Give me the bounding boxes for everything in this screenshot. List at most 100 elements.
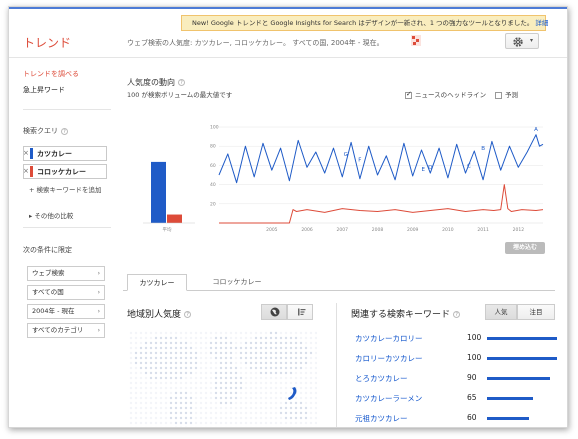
map-dot (294, 406, 298, 410)
checkbox-checked[interactable] (405, 90, 412, 99)
map-dot (224, 406, 228, 410)
map-dot (174, 371, 178, 375)
map-dot (259, 386, 263, 390)
map-dot (189, 361, 193, 365)
map-dot (174, 331, 178, 335)
embed-button[interactable]: 埋め込む (505, 242, 545, 254)
map-dot (284, 346, 288, 350)
forecast-checkbox[interactable]: 予測 (495, 89, 518, 99)
news-marker[interactable]: E (422, 167, 426, 173)
help-icon[interactable]: ? (178, 79, 185, 86)
related-keyword-link[interactable]: カロリーカツカレー (355, 353, 423, 364)
related-keyword-link[interactable]: 元祖カツカレー (355, 413, 408, 424)
filter-country[interactable]: すべての国 › (27, 285, 105, 300)
news-marker[interactable]: G (344, 152, 348, 158)
related-keyword-link[interactable]: カツカレーラーメン (355, 393, 422, 404)
search-term-2[interactable]: × コロッケカレー (23, 164, 107, 179)
map-dot (194, 421, 198, 425)
sidebar-item-explore[interactable]: トレンドを調べる (23, 69, 79, 79)
filter-time-range[interactable]: 2004年 - 現在 › (27, 304, 105, 319)
news-marker[interactable]: A (534, 127, 538, 133)
map-dot (269, 351, 273, 355)
add-term-link[interactable]: + 検索キーワードを追加 (29, 185, 109, 195)
news-marker[interactable]: F (358, 158, 361, 164)
map-dot (314, 391, 317, 395)
map-dot (209, 396, 213, 400)
news-headlines-checkbox[interactable]: ニュースのヘッドライン (405, 89, 486, 99)
map-dot (309, 406, 313, 410)
map-dot (144, 351, 148, 355)
search-term-1[interactable]: × カツカレー (23, 146, 107, 161)
filter-search-type[interactable]: ウェブ検索 › (27, 266, 105, 281)
map-dot (264, 411, 268, 415)
help-icon[interactable]: ? (61, 127, 68, 135)
map-dot (244, 416, 248, 420)
map-dot (254, 411, 258, 415)
trends-logo[interactable]: トレンド (23, 34, 71, 51)
map-dot (169, 396, 173, 400)
map-dot (239, 416, 243, 420)
help-icon[interactable]: ? (184, 311, 192, 318)
settings-button[interactable]: ▾ (505, 33, 539, 49)
map-dot (134, 361, 138, 365)
compare-more-toggle[interactable]: ▸ その他の比較 (29, 210, 73, 220)
map-dot (159, 411, 163, 415)
map-dot (164, 366, 168, 370)
map-dot (279, 351, 283, 355)
notice-details-link[interactable]: 詳細 (535, 19, 548, 27)
share-icon[interactable] (411, 35, 421, 46)
map-dot (289, 391, 293, 395)
map-dot (294, 351, 298, 355)
filter-category[interactable]: すべてのカテゴリ › (27, 323, 105, 338)
map-dot (164, 401, 168, 405)
map-dot (244, 366, 248, 370)
map-dot (189, 421, 193, 425)
map-dot (299, 381, 303, 385)
map-dot (284, 381, 288, 385)
map-dot (134, 421, 138, 425)
map-dot (194, 361, 198, 365)
tab-top-searches[interactable]: 人気 (485, 304, 517, 320)
map-view-button[interactable] (261, 304, 287, 320)
map-dot (194, 401, 198, 405)
sidebar-item-hot-searches[interactable]: 急上昇ワード (23, 85, 65, 95)
map-dot (129, 381, 133, 385)
tab-rising-searches[interactable]: 注目 (517, 304, 555, 320)
map-dot (264, 416, 268, 420)
map-dot (259, 366, 263, 370)
map-dot (144, 416, 148, 420)
remove-term-icon[interactable]: × (23, 167, 29, 175)
news-marker[interactable]: B (481, 146, 485, 152)
map-dot (189, 381, 193, 385)
map-dot (169, 401, 173, 405)
map-dot (279, 336, 283, 340)
map-dot (304, 401, 308, 405)
map-dot (244, 331, 248, 335)
checkbox-unchecked[interactable] (495, 91, 502, 99)
map-dot (254, 396, 258, 400)
related-keyword-link[interactable]: カツカレーカロリー (355, 333, 423, 344)
map-dot (264, 331, 268, 335)
map-dot (289, 406, 293, 410)
map-dot (284, 376, 288, 380)
map-dot (249, 351, 253, 355)
map-dot (169, 351, 173, 355)
map-dot (139, 331, 143, 335)
map-dot (170, 426, 172, 427)
map-dot (189, 336, 193, 340)
related-keyword-link[interactable]: とろカツカレー (355, 373, 408, 384)
related-row: カツカレーカロリー 100 (355, 333, 557, 345)
tab-katsu-curry[interactable]: カツカレー (127, 274, 187, 291)
help-icon[interactable]: ? (453, 311, 461, 318)
map-dot (184, 341, 188, 345)
map-dot (289, 331, 293, 335)
remove-term-icon[interactable]: × (23, 149, 29, 157)
related-title: 関連する検索キーワード? (351, 307, 461, 320)
map-dot (259, 391, 263, 395)
tab-croquette-curry[interactable]: コロッケカレー (197, 274, 277, 291)
list-view-button[interactable] (287, 304, 313, 320)
map-dot (134, 356, 138, 360)
news-marker[interactable]: D (428, 165, 432, 171)
map-dot (244, 356, 248, 360)
news-marker[interactable]: C (467, 163, 471, 169)
